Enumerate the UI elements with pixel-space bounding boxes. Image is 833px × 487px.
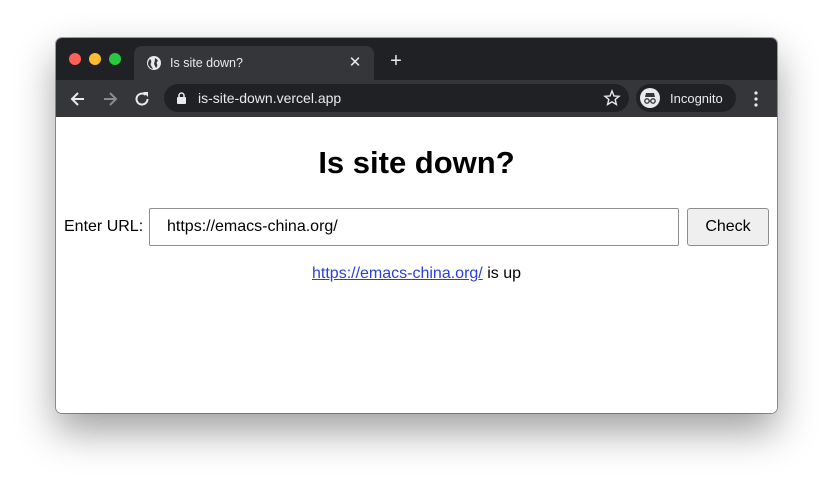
tab-is-site-down[interactable]: Is site down? ✕ [134, 46, 374, 80]
browser-toolbar: is-site-down.vercel.app Incognito [56, 80, 777, 117]
tab-bar: Is site down? ✕ + [56, 38, 777, 80]
forward-arrow-icon[interactable] [100, 89, 120, 109]
zoom-window-button[interactable] [109, 53, 121, 65]
browser-window: Is site down? ✕ + is-site-down.vercel.ap… [56, 38, 777, 413]
minimize-window-button[interactable] [89, 53, 101, 65]
back-arrow-icon[interactable] [68, 89, 88, 109]
result-message: https://emacs-china.org/ is up [56, 265, 777, 283]
result-link[interactable]: https://emacs-china.org/ [312, 265, 483, 282]
close-window-button[interactable] [69, 53, 81, 65]
result-status: is up [487, 265, 521, 282]
page-content: Is site down? Enter URL: Check https://e… [56, 117, 777, 413]
address-url[interactable]: is-site-down.vercel.app [198, 90, 341, 106]
tab-title: Is site down? [170, 56, 243, 70]
incognito-label: Incognito [670, 91, 723, 106]
incognito-icon [640, 88, 660, 108]
url-label: Enter URL: [64, 218, 144, 235]
address-bar[interactable]: is-site-down.vercel.app [164, 84, 629, 112]
bookmark-star-icon[interactable] [603, 89, 621, 107]
new-tab-icon[interactable]: + [386, 51, 406, 71]
url-input[interactable] [149, 208, 679, 246]
more-menu-icon[interactable] [749, 89, 763, 109]
reload-icon[interactable] [132, 89, 152, 109]
incognito-profile-chip[interactable]: Incognito [636, 84, 736, 112]
check-button[interactable]: Check [687, 208, 769, 246]
lock-icon[interactable] [176, 92, 187, 104]
close-tab-icon[interactable]: ✕ [346, 54, 364, 72]
page-title: Is site down? [318, 145, 515, 180]
globe-icon [147, 56, 161, 70]
